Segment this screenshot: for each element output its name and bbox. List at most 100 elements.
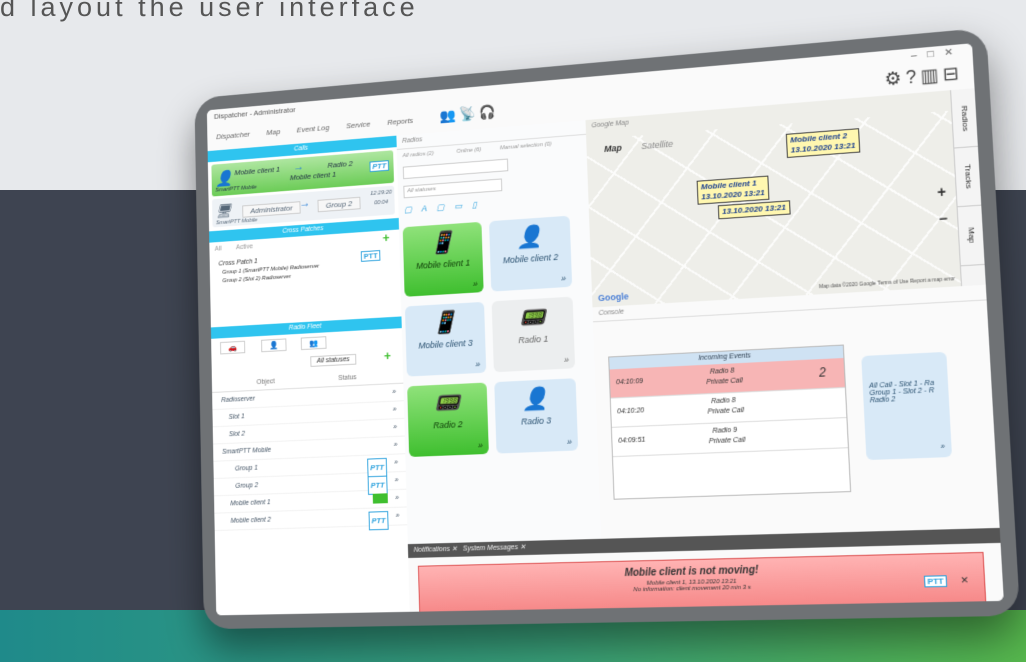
tree-item-label: Mobile client 1 <box>230 499 270 507</box>
tab-notifications[interactable]: Notifications <box>414 546 450 554</box>
radio-icon: 📟 <box>492 303 574 333</box>
map-panel[interactable]: Google Map Map Satellite Mobile client 2… <box>585 90 962 308</box>
tablet-device: Dispatcher - Administrator –□✕ Dispatche… <box>194 28 1020 630</box>
phone-icon: 📱 <box>405 308 485 338</box>
radio-tile-label: Radio 3 <box>495 414 577 427</box>
ptt-button[interactable]: PTT <box>361 250 381 262</box>
gear-icon[interactable]: ⚙ <box>884 67 906 89</box>
chevron-icon[interactable]: » <box>941 444 946 452</box>
event-time: 04:09:51 <box>618 437 645 445</box>
chevron-icon[interactable]: » <box>567 437 572 447</box>
radios-status-select[interactable]: All statuses <box>403 178 502 198</box>
chevron-icon[interactable]: » <box>473 279 478 289</box>
users-icon[interactable]: 👥 <box>439 107 456 124</box>
dispatcher-icon[interactable]: 🎧 <box>479 103 496 120</box>
add-object-button[interactable]: + <box>384 348 391 363</box>
event-name: Radio 9 <box>712 427 737 435</box>
chevron-icon[interactable]: » <box>393 402 397 419</box>
call-to: Radio 2 <box>327 159 352 170</box>
event-name: Radio 8 <box>710 367 735 375</box>
radios-search-input[interactable] <box>403 159 508 180</box>
menu-dispatcher[interactable]: Dispatcher <box>216 130 250 141</box>
incoming-events-table: Incoming Events 04:10:09 Radio 8 Private… <box>608 345 851 500</box>
chevron-icon[interactable]: » <box>396 508 400 525</box>
chevron-icon[interactable]: » <box>395 490 399 507</box>
help-icon[interactable]: ? <box>905 66 921 88</box>
radio-tile-label: Mobile client 3 <box>406 337 486 351</box>
radio-tile[interactable]: 👤 Mobile client 2 » <box>489 216 572 292</box>
minimize-button[interactable]: – <box>911 49 928 62</box>
cross-patches-body: All Active + Cross Patch 1 Group 1 (Smar… <box>209 229 401 327</box>
tab-system-messages[interactable]: System Messages <box>463 544 518 552</box>
side-tab-radios[interactable]: Radios <box>951 88 978 148</box>
column-object[interactable]: Object <box>257 378 275 386</box>
option-manual[interactable]: Manual selection (0) <box>500 141 552 151</box>
column-status[interactable]: Status <box>338 374 356 382</box>
radio-tile-label: Mobile client 1 <box>404 257 483 272</box>
close-window-button[interactable]: ✕ <box>944 46 964 59</box>
map-tab-map[interactable]: Map <box>604 143 622 154</box>
menu-event-log[interactable]: Event Log <box>297 123 330 134</box>
menu-service[interactable]: Service <box>346 120 371 131</box>
dispatcher-icon: 🖥 <box>216 203 232 220</box>
chevron-icon[interactable]: » <box>394 454 398 471</box>
option-online[interactable]: Online (6) <box>456 147 481 155</box>
radio-tile[interactable]: 📱 Mobile client 1 » <box>403 222 484 297</box>
radio-tile[interactable]: 📟 Radio 1 » <box>492 297 576 373</box>
event-name: Radio 8 <box>711 397 736 405</box>
chevron-icon[interactable]: » <box>393 419 397 436</box>
ptt-button[interactable]: PTT <box>369 160 389 172</box>
phone-icon: 📱 <box>403 228 483 258</box>
fleet-filter-button[interactable]: 🚗 <box>220 341 245 355</box>
status-filter[interactable]: All statuses <box>310 354 356 367</box>
event-count: 2 <box>819 365 827 380</box>
console-panel: Console Incoming Events 04:10:09 Radio 8… <box>593 285 1000 540</box>
radio-tile[interactable]: 📱 Mobile client 3 » <box>405 302 486 377</box>
fleet-filter-button[interactable]: 👤 <box>261 338 286 352</box>
radio-tile[interactable]: 📟 Radio 2 » <box>407 383 489 457</box>
add-patch-button[interactable]: + <box>382 230 389 245</box>
radio-icon[interactable]: 📡 <box>459 105 476 122</box>
toolbar-icons: 👥 📡 🎧 <box>439 103 496 124</box>
patch-line2: Group 2 (Slot 2) Radioserver <box>222 274 291 284</box>
left-panel: Calls 👤 Mobile client 1 → Mobile client … <box>208 136 411 616</box>
side-tab-tracks[interactable]: Tracks <box>954 147 981 207</box>
all-call-tile[interactable]: All Call - Slot 1 - Ra Group 1 - Slot 2 … <box>861 352 952 460</box>
chevron-icon[interactable]: » <box>392 384 396 401</box>
zoom-out-button[interactable]: − <box>938 210 948 227</box>
chevron-icon[interactable]: » <box>478 440 483 450</box>
radio-tile-label: Radio 1 <box>493 332 574 346</box>
chevron-icon[interactable]: » <box>475 359 480 369</box>
radios-view-buttons[interactable]: ▢ A ▢ ▭ ▯ <box>404 199 481 215</box>
radios-panel: Radios All radios (2) Online (6) Manual … <box>396 120 602 544</box>
radio-tile-label: Mobile client 2 <box>490 251 571 266</box>
menu-reports[interactable]: Reports <box>387 116 413 127</box>
chevron-icon[interactable]: » <box>564 355 569 365</box>
radio-tile[interactable]: 👤 Radio 3 » <box>494 378 578 453</box>
radio-tile-label: Radio 2 <box>408 418 488 431</box>
option-all-radios[interactable]: All radios (2) <box>402 151 433 159</box>
person-icon: 👤 <box>489 222 571 253</box>
radios-filters: All radios (2) Online (6) Manual selecti… <box>397 135 589 227</box>
patch-title[interactable]: Cross Patch 1 <box>218 258 257 267</box>
menu-map[interactable]: Map <box>266 127 280 137</box>
filter-active[interactable]: Active <box>236 243 253 251</box>
call-duration: 00:04 <box>374 199 388 206</box>
tree-item-label: Slot 1 <box>229 413 245 420</box>
chevron-icon[interactable]: » <box>561 273 566 283</box>
chevron-icon[interactable]: » <box>394 437 398 454</box>
panel-icon[interactable]: ▥ <box>920 64 943 86</box>
map-marker-label[interactable]: Mobile client 1 13.10.2020 13:21 <box>697 176 770 205</box>
ptt-button[interactable]: PTT <box>368 511 388 530</box>
zoom-in-button[interactable]: + <box>937 183 947 200</box>
layout-icon[interactable]: ⊟ <box>942 63 963 85</box>
tree-item-label: Slot 2 <box>229 431 245 438</box>
fleet-filter-button[interactable]: 👥 <box>301 336 327 350</box>
chevron-icon[interactable]: » <box>395 472 399 489</box>
ptt-button[interactable]: PTT <box>924 575 947 587</box>
arrow-right-icon: → <box>299 196 310 210</box>
filter-all[interactable]: All <box>215 246 222 253</box>
maximize-button[interactable]: □ <box>927 48 945 61</box>
call-time: 12:29:20 <box>370 190 392 197</box>
close-icon[interactable]: ✕ <box>960 575 969 587</box>
